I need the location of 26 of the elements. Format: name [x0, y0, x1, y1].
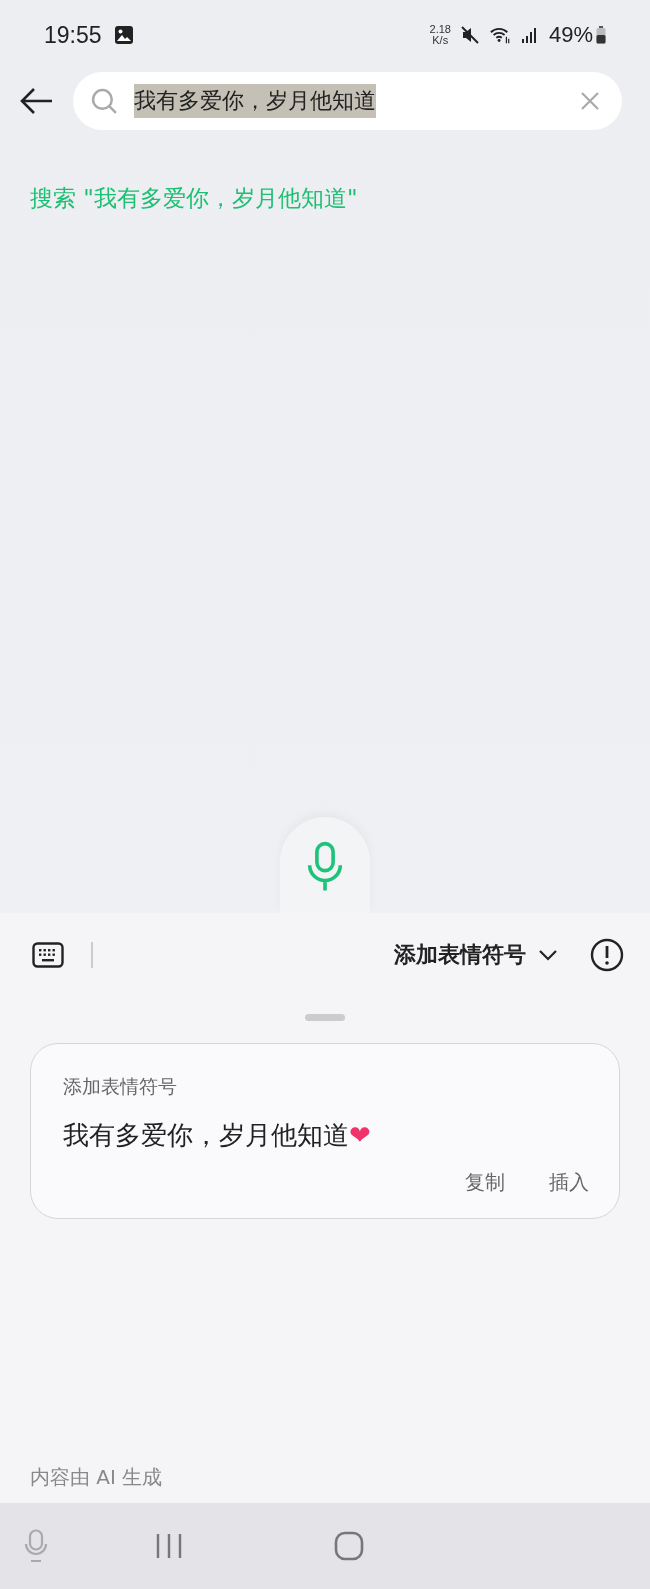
mode-dropdown[interactable]: 添加表情符号	[394, 940, 558, 970]
battery-icon	[596, 26, 606, 44]
wifi-icon	[488, 25, 511, 45]
action-link[interactable]: 复制	[465, 1169, 505, 1196]
result-text: 我有多爱你，岁月他知道❤	[63, 1119, 372, 1152]
action-link[interactable]: 插入	[549, 1169, 589, 1196]
search-icon	[91, 87, 118, 115]
keyboard-icon[interactable]	[32, 942, 64, 968]
clock-time: 19:55	[44, 21, 102, 49]
recent-apps-icon[interactable]	[154, 1532, 184, 1560]
muted-speaker-icon	[458, 25, 481, 45]
image-icon	[113, 25, 134, 45]
drag-handle[interactable]	[305, 1014, 345, 1021]
back-arrow-icon[interactable]	[18, 86, 54, 116]
network-speed-unit: K/s	[432, 35, 449, 46]
battery-percent: 49%	[548, 22, 593, 48]
home-icon[interactable]	[334, 1531, 364, 1561]
clear-icon[interactable]	[580, 91, 600, 111]
footer-note: 内容由 AI 生成	[30, 1464, 164, 1491]
search-field[interactable]: 我有多爱你，岁月他知道	[73, 72, 622, 130]
network-speed: 2.18	[429, 24, 451, 35]
microphone-icon[interactable]	[24, 1529, 48, 1563]
chevron-down-icon	[538, 949, 558, 961]
card-title: 添加表情符号	[63, 1074, 178, 1099]
exclamation-icon[interactable]	[590, 938, 624, 972]
microphone-icon	[307, 841, 343, 893]
